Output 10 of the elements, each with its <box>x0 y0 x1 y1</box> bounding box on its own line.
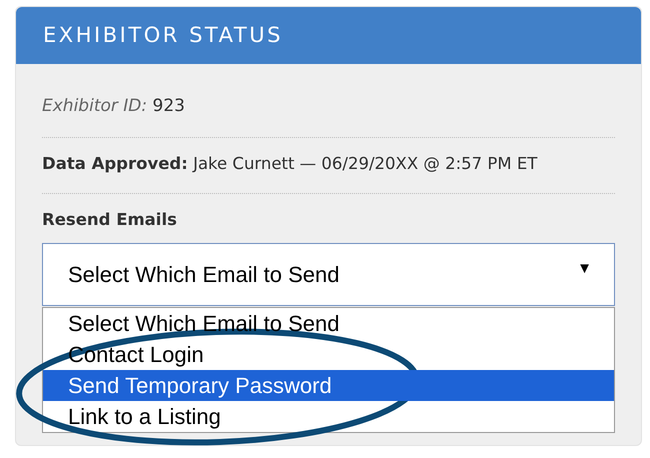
exhibitor-id-text: Exhibitor ID: 923 <box>42 96 185 116</box>
email-select[interactable]: Select Which Email to Send ▼ <box>42 242 615 306</box>
dropdown-option[interactable]: Link to a Listing <box>43 400 614 432</box>
dropdown-option[interactable]: Select Which Email to Send <box>43 308 614 338</box>
panel-title: EXHIBITOR STATUS <box>43 22 283 49</box>
dropdown-option[interactable]: Contact Login <box>43 338 614 370</box>
approval-text: Data Approved: Jake Curnett — 06/29/20XX @ 2:57 PM ET <box>42 154 538 172</box>
resend-emails-label: Resend Emails <box>42 210 177 228</box>
dropdown-option[interactable]: Send Temporary Password <box>43 370 614 400</box>
caret-icon: ▼ <box>577 258 592 280</box>
